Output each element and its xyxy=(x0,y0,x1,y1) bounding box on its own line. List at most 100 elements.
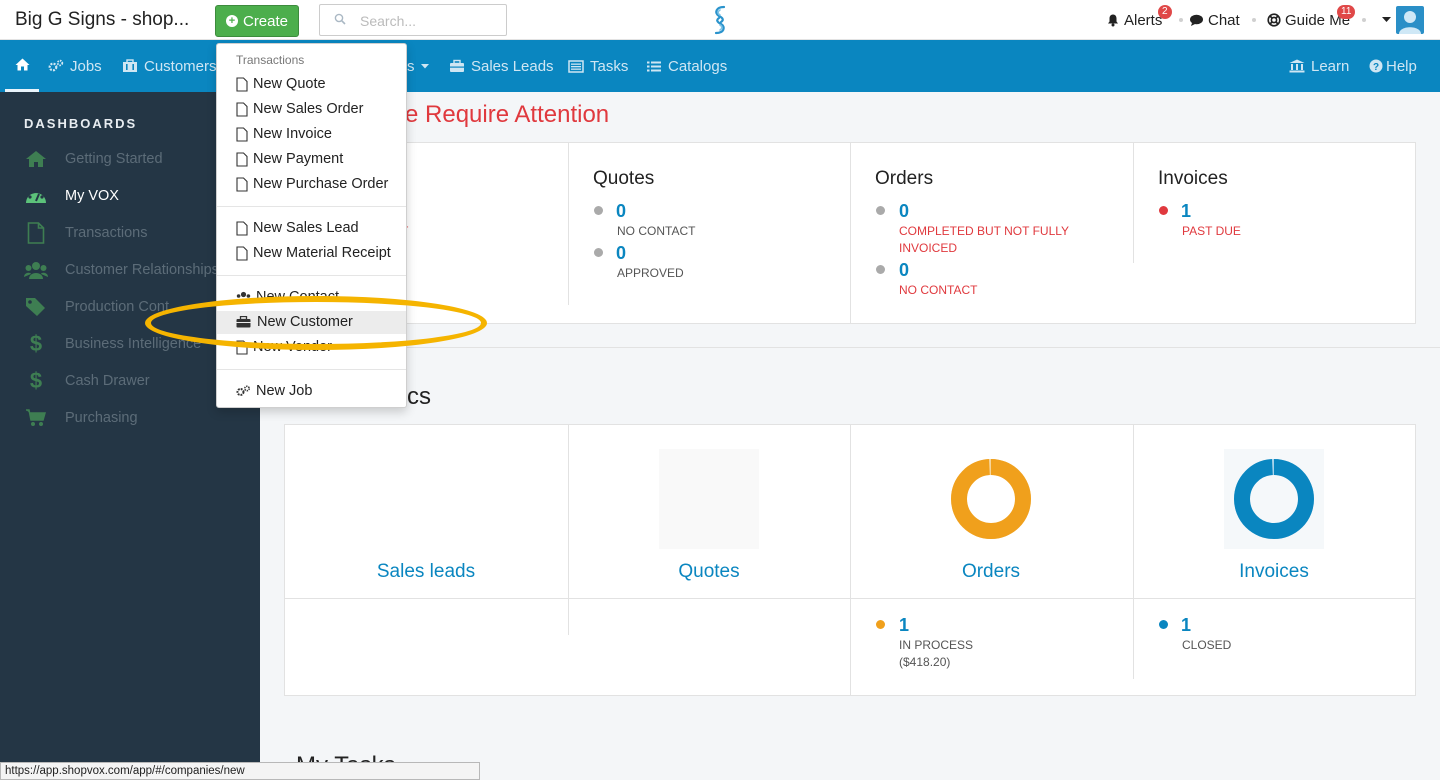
chat-button[interactable]: Chat xyxy=(1189,0,1240,40)
document-icon xyxy=(236,220,250,236)
orders-no-contact-count[interactable]: 0 xyxy=(899,260,909,281)
document-icon xyxy=(236,76,250,92)
menu-item-new-purchase-order[interactable]: New Purchase Order xyxy=(236,174,388,194)
menu-item-new-quote[interactable]: New Quote xyxy=(236,74,326,94)
separator-dot xyxy=(1362,18,1366,22)
chevron-down-icon xyxy=(420,63,429,68)
shopvox-logo-icon[interactable] xyxy=(708,4,732,36)
document-icon xyxy=(236,126,250,142)
menu-item-label: New Job xyxy=(256,383,313,399)
status-bar-url: https://app.shopvox.com/app/#/companies/… xyxy=(0,762,480,780)
invoices-closed-label: CLOSED xyxy=(1182,638,1232,652)
section-divider xyxy=(260,347,1440,348)
status-dot xyxy=(876,206,885,215)
home-icon xyxy=(15,58,29,71)
nav-item-jobs[interactable]: Jobs xyxy=(48,40,102,92)
guide-me-count-badge: 11 xyxy=(1337,5,1356,19)
sidebar-heading: DASHBOARDS xyxy=(24,116,138,131)
university-icon xyxy=(1289,59,1305,73)
sidebar-item-customer-relationships[interactable]: Customer Relationships xyxy=(24,258,219,282)
divider xyxy=(568,425,569,635)
status-dot xyxy=(876,265,885,274)
sidebar-item-production-control[interactable]: Production Cont xyxy=(24,295,169,319)
briefcase-icon xyxy=(450,59,464,72)
menu-item-new-material-receipt[interactable]: New Material Receipt xyxy=(236,243,391,263)
sidebar-item-purchasing[interactable]: Purchasing xyxy=(24,406,138,430)
avatar[interactable] xyxy=(1396,6,1424,34)
divider xyxy=(1133,425,1134,679)
document-icon xyxy=(236,245,250,261)
nav-item-sales-leads[interactable]: Sales Leads xyxy=(449,40,554,92)
nav-item-label: Catalogs xyxy=(668,57,728,75)
sidebar-item-cash-drawer[interactable]: $ Cash Drawer xyxy=(24,368,150,393)
nav-item-help[interactable]: ? Help xyxy=(1369,40,1417,92)
lifebuoy-icon xyxy=(1267,13,1281,27)
menu-item-label: New Purchase Order xyxy=(253,176,389,192)
quotes-approved-count[interactable]: 0 xyxy=(616,243,626,264)
menu-item-new-sales-order[interactable]: New Sales Order xyxy=(236,99,363,119)
search-input[interactable] xyxy=(360,11,500,31)
invoices-past-due-count[interactable]: 1 xyxy=(1181,201,1191,222)
menu-item-label: New Material Receipt xyxy=(253,245,391,261)
sales-leads-link[interactable]: Sales leads xyxy=(285,561,567,583)
guide-me-button[interactable]: Guide Me xyxy=(1267,0,1350,40)
nav-item-hidden-menu[interactable]: s xyxy=(407,40,429,92)
menu-item-new-job[interactable]: New Job xyxy=(236,381,312,401)
sidebar-item-label: Purchasing xyxy=(65,410,138,426)
app-title[interactable]: Big G Signs - shop... xyxy=(15,9,189,31)
divider xyxy=(850,143,851,323)
orders-completed-label: COMPLETED BUT NOT FULLY INVOICED xyxy=(899,224,1069,255)
quotes-title: Quotes xyxy=(593,168,655,189)
divider xyxy=(1133,143,1134,263)
sidebar-item-label: Customer Relationships xyxy=(65,262,219,278)
invoices-donut-chart[interactable] xyxy=(1224,449,1324,549)
dollar-icon: $ xyxy=(29,331,43,356)
create-button[interactable]: + Create xyxy=(215,5,299,37)
user-menu-caret-icon[interactable] xyxy=(1382,17,1391,23)
nav-home[interactable] xyxy=(5,40,39,92)
nav-item-learn[interactable]: Learn xyxy=(1289,40,1349,92)
search-icon xyxy=(334,13,346,25)
quotes-no-contact-count[interactable]: 0 xyxy=(616,201,626,222)
sidebar-item-my-vox[interactable]: My VOX xyxy=(24,184,119,208)
chat-bubble-icon xyxy=(1190,14,1203,26)
document-icon xyxy=(236,101,250,117)
orders-link[interactable]: Orders xyxy=(850,561,1132,583)
statistics-panel: Sales leads Quotes Orders Invoices 1 IN … xyxy=(284,424,1416,696)
menu-item-label: New Invoice xyxy=(253,126,332,142)
invoices-link[interactable]: Invoices xyxy=(1133,561,1415,583)
sidebar-item-label: Cash Drawer xyxy=(65,373,150,389)
orders-completed-count[interactable]: 0 xyxy=(899,201,909,222)
quotes-link[interactable]: Quotes xyxy=(568,561,850,583)
question-circle-icon: ? xyxy=(1369,59,1383,73)
orders-in-process-count[interactable]: 1 xyxy=(899,615,909,636)
nav-item-catalogs[interactable]: Catalogs xyxy=(646,40,727,92)
menu-item-new-invoice[interactable]: New Invoice xyxy=(236,124,332,144)
alerts-count-badge: 2 xyxy=(1158,5,1172,19)
sidebar-item-transactions[interactable]: Transactions xyxy=(24,221,147,245)
sidebar-item-label: My VOX xyxy=(65,188,119,204)
alerts-button[interactable]: Alerts xyxy=(1106,0,1162,40)
orders-donut-segment xyxy=(951,459,1031,539)
nav-item-tasks[interactable]: Tasks xyxy=(568,40,628,92)
dropdown-separator xyxy=(217,206,406,207)
nav-item-label: Sales Leads xyxy=(471,57,554,75)
users-icon xyxy=(24,259,48,281)
menu-item-label: New Sales Order xyxy=(253,101,364,117)
orders-in-process-amount: ($418.20) xyxy=(899,655,951,669)
menu-item-new-sales-lead[interactable]: New Sales Lead xyxy=(236,218,359,238)
highlight-annotation xyxy=(145,296,487,350)
separator-dot xyxy=(1179,18,1183,22)
quotes-chart-placeholder xyxy=(659,449,759,549)
search-box[interactable] xyxy=(319,4,507,36)
attention-panel: T Quotes 0 NO CONTACT 0 APPROVED Orders … xyxy=(284,142,1416,324)
nav-item-customers[interactable]: Customers xyxy=(122,40,217,92)
orders-donut-chart[interactable] xyxy=(941,449,1041,549)
nav-item-label: Tasks xyxy=(590,57,629,75)
invoices-closed-count[interactable]: 1 xyxy=(1181,615,1191,636)
menu-item-new-payment[interactable]: New Payment xyxy=(236,149,343,169)
sidebar-item-getting-started[interactable]: Getting Started xyxy=(24,147,163,171)
document-icon xyxy=(24,222,48,244)
bell-icon xyxy=(1108,14,1118,27)
orders-in-process-label: IN PROCESS xyxy=(899,638,974,652)
